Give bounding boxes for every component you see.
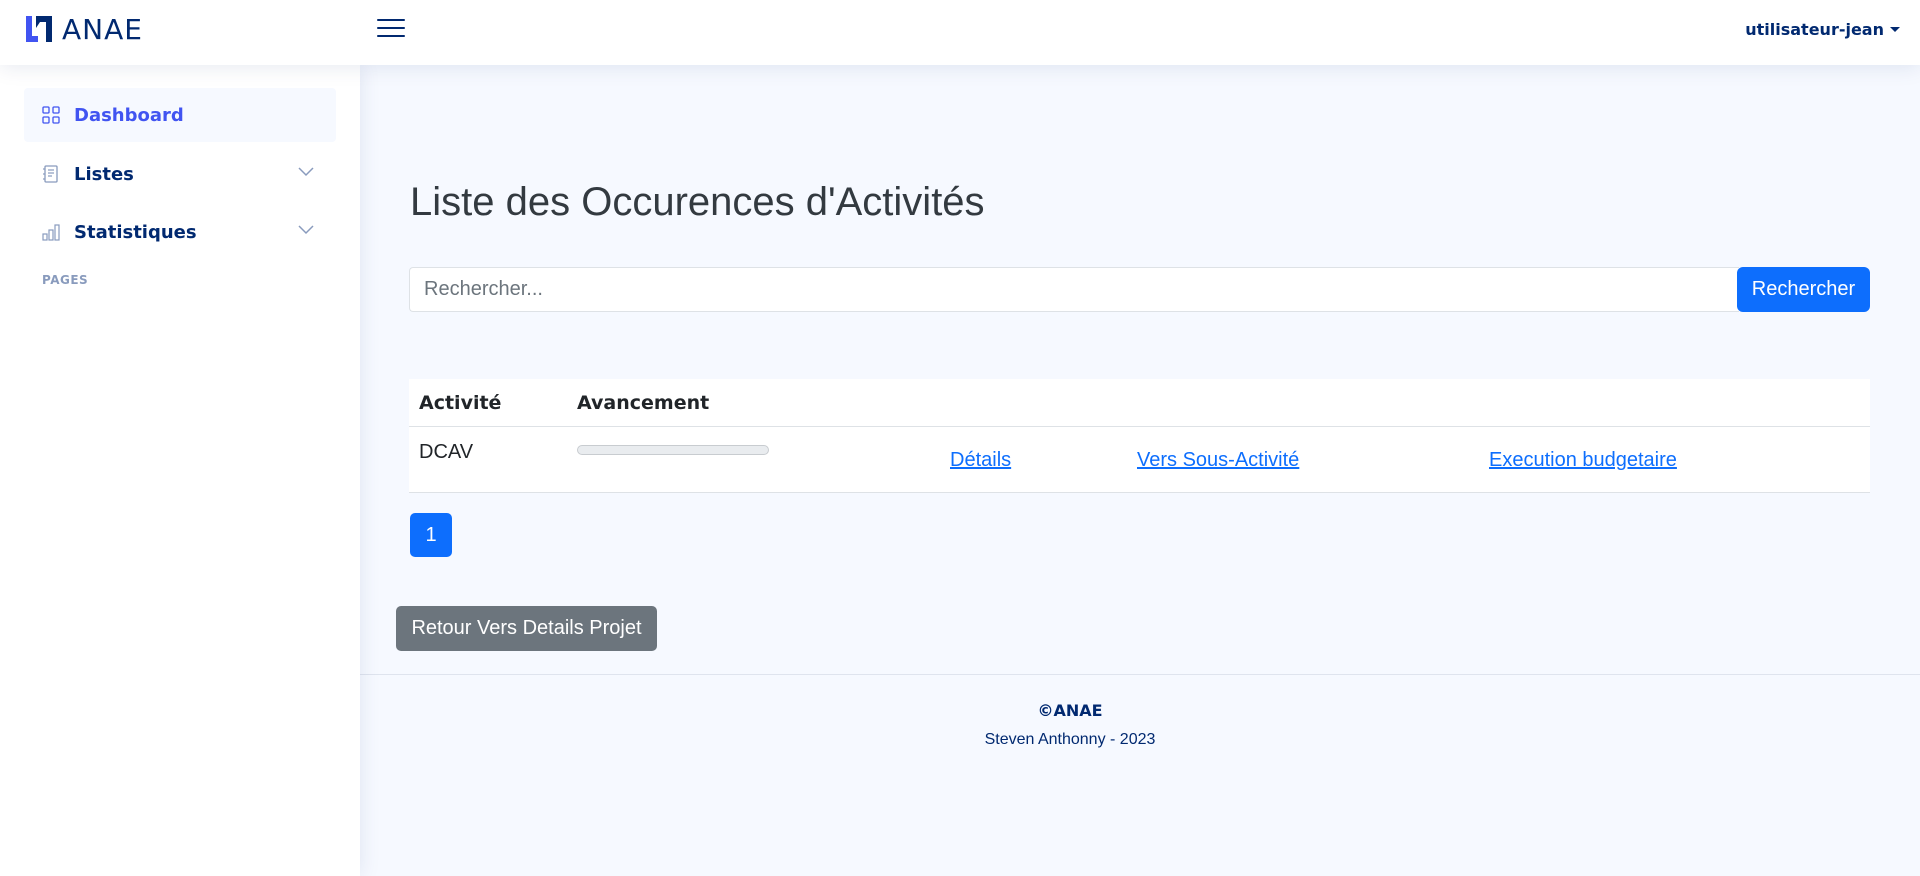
- table-divider: [409, 426, 1870, 427]
- progress-bar: [577, 445, 769, 455]
- caret-down-icon: [1890, 26, 1900, 32]
- column-header-avancement: Avancement: [577, 392, 710, 414]
- footer-divider: [360, 674, 1920, 675]
- footer-copyright: ©ANAE: [1037, 701, 1103, 720]
- main-content: Liste des Occurences d'Activités Recherc…: [360, 65, 1920, 876]
- sidebar-item-label: Dashboard: [74, 104, 184, 126]
- sidebar-item-listes[interactable]: Listes: [24, 147, 336, 201]
- bar-chart-icon: [42, 224, 60, 241]
- table-divider: [409, 492, 1870, 493]
- sidebar: Dashboard Listes Statistiques PAGES: [0, 65, 360, 876]
- top-header: ANAE utilisateur-jean: [0, 0, 1920, 65]
- sous-activite-link[interactable]: Vers Sous-Activité: [1137, 449, 1299, 472]
- logo-icon: [26, 16, 52, 42]
- pagination-page-button[interactable]: 1: [410, 513, 452, 557]
- search-button[interactable]: Rechercher: [1737, 267, 1870, 312]
- sidebar-item-label: Statistiques: [74, 221, 197, 243]
- chevron-down-icon: [298, 167, 314, 177]
- sidebar-item-dashboard[interactable]: Dashboard: [24, 88, 336, 142]
- footer-credit: Steven Anthonny - 2023: [984, 731, 1156, 748]
- user-name: utilisateur-jean: [1745, 19, 1884, 39]
- activity-name: DCAV: [419, 441, 474, 463]
- journal-icon: [43, 165, 58, 183]
- brand-name: ANAE: [62, 12, 143, 46]
- sidebar-heading: PAGES: [42, 273, 89, 287]
- user-menu[interactable]: utilisateur-jean: [1745, 18, 1900, 40]
- chevron-down-icon: [298, 225, 314, 235]
- details-link[interactable]: Détails: [950, 449, 1011, 472]
- sidebar-toggle-icon[interactable]: [377, 16, 405, 40]
- page-title: Liste des Occurences d'Activités: [410, 180, 985, 224]
- brand-logo[interactable]: ANAE: [24, 12, 143, 46]
- execution-budgetaire-link[interactable]: Execution budgetaire: [1489, 449, 1677, 472]
- search-input[interactable]: [409, 267, 1739, 312]
- grid-icon: [42, 106, 60, 124]
- column-header-activite: Activité: [419, 392, 502, 414]
- activities-table: Activité Avancement DCAV Détails Vers So…: [409, 379, 1870, 493]
- sidebar-item-statistiques[interactable]: Statistiques: [24, 205, 336, 259]
- sidebar-item-label: Listes: [74, 163, 134, 185]
- back-to-project-button[interactable]: Retour Vers Details Projet: [396, 606, 657, 651]
